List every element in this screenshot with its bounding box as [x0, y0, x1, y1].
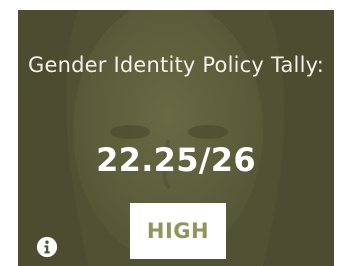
- policy-tally-card: Gender Identity Policy Tally: 22.25/26 H…: [18, 10, 334, 266]
- card-title: Gender Identity Policy Tally:: [28, 53, 324, 77]
- rating-label: HIGH: [146, 219, 210, 243]
- info-icon[interactable]: [36, 236, 58, 258]
- tally-score: 22.25/26: [96, 141, 256, 179]
- card-content: Gender Identity Policy Tally: 22.25/26 H…: [18, 10, 334, 266]
- rating-badge: HIGH: [130, 203, 226, 259]
